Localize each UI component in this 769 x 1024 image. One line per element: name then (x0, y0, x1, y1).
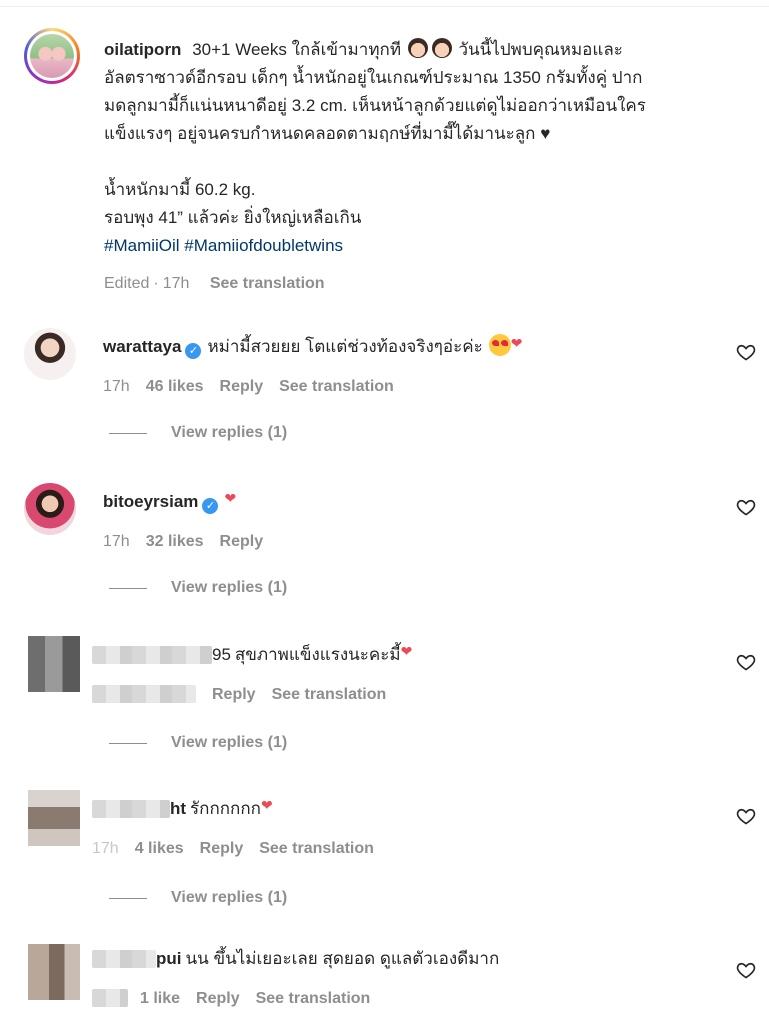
like-heart-icon[interactable] (736, 806, 756, 826)
girl-face-emoji-icon (407, 38, 428, 58)
heart-emoji-icon: ❤ (224, 490, 237, 506)
blurred-meta (92, 685, 196, 703)
comment-text: สุขภาพแข็งแรงนะคะมี้ (234, 645, 401, 664)
comment-text: รักกกกกก (190, 799, 261, 818)
see-translation-button[interactable]: See translation (272, 686, 387, 703)
reply-button[interactable]: Reply (220, 533, 264, 550)
comment-time[interactable]: 17h (92, 840, 119, 857)
heart-emoji-icon: ❤ (510, 335, 523, 351)
heart-emoji-icon: ♥ (540, 124, 551, 143)
see-translation-button[interactable]: See translation (259, 840, 374, 857)
like-heart-icon[interactable] (736, 342, 756, 362)
caption-body: oilatiporn 30+1 Weeks ใกล้เข้ามาทุกที วั… (104, 36, 744, 298)
caption-text-1: 30+1 Weeks ใกล้เข้ามาทุกที (192, 40, 402, 59)
see-translation-button[interactable]: See translation (279, 378, 394, 395)
reply-button[interactable]: Reply (196, 990, 240, 1007)
blurred-meta (92, 989, 128, 1007)
like-heart-icon[interactable] (736, 652, 756, 672)
girl-face-emoji-icon (431, 38, 452, 58)
comment-text: นน ขึ้นไม่เยอะเลย สุดยอด ดูแลตัวเองดีมาก (185, 949, 500, 968)
comment-text: หม่ามี้สวยยย โตแต่ช่วงท้องจริงๆอ่ะค่ะ (207, 337, 483, 356)
view-replies-label: View replies (1) (171, 734, 288, 751)
caption-time[interactable]: 17h (163, 275, 190, 292)
edited-label: Edited (104, 275, 150, 292)
commenter-avatar[interactable] (28, 944, 80, 1000)
meta-separator: · (153, 275, 159, 292)
blurred-username (92, 950, 156, 968)
commenter-avatar[interactable] (28, 636, 80, 692)
comment-likes[interactable]: 4 likes (135, 840, 184, 857)
like-heart-icon[interactable] (736, 960, 756, 980)
view-replies-button[interactable]: View replies (1) (109, 579, 287, 597)
caption-text-1b: วันนี้ไปพบคุณหมอและ (458, 40, 623, 59)
reply-button[interactable]: Reply (212, 686, 256, 703)
see-translation-button[interactable]: See translation (210, 275, 325, 292)
hashtag-link[interactable]: #MamiiOil (104, 236, 180, 255)
replies-line (109, 587, 147, 589)
hashtag-link[interactable]: #Mamiiofdoubletwins (184, 236, 343, 255)
heart-eyes-emoji-icon (488, 334, 511, 356)
blurred-username (92, 646, 212, 664)
comment-likes[interactable]: 46 likes (146, 378, 204, 395)
caption-username[interactable]: oilatiporn (104, 40, 181, 59)
view-replies-button[interactable]: View replies (1) (109, 424, 287, 442)
view-replies-label: View replies (1) (171, 889, 288, 906)
blurred-username (92, 800, 170, 818)
verified-badge-icon: ✓ (185, 343, 202, 359)
reply-button[interactable]: Reply (220, 378, 264, 395)
heart-emoji-icon: ❤ (400, 643, 413, 659)
top-divider (0, 6, 769, 7)
caption-meta: Edited · 17h See translation (104, 270, 744, 298)
caption-text-3: มดลูกมามี้ก็แน่นหนาดีอยู่ 3.2 cm. เห็นหน… (104, 96, 646, 115)
commenter-username[interactable]: 95 (212, 645, 231, 664)
see-translation-button[interactable]: See translation (256, 990, 371, 1007)
commenter-avatar[interactable] (24, 328, 76, 380)
comment-time[interactable]: 17h (103, 533, 130, 550)
commenter-avatar[interactable] (28, 790, 80, 846)
caption-text-4: แข็งแรงๆ อยู่จนครบกำหนดคลอดตามฤกษ์ที่มาม… (104, 124, 536, 143)
commenter-username[interactable]: warattaya (103, 337, 181, 356)
commenter-username[interactable]: pui (156, 949, 182, 968)
caption-belly: รอบพุง 41” แล้วค่ะ ยิ่งใหญ่เหลือเกิน (104, 208, 362, 227)
caption-avatar[interactable] (24, 28, 80, 84)
commenter-avatar[interactable] (24, 483, 76, 535)
view-replies-button[interactable]: View replies (1) (109, 889, 287, 907)
replies-line (109, 432, 147, 434)
reply-button[interactable]: Reply (200, 840, 244, 857)
heart-emoji-icon: ❤ (260, 797, 273, 813)
verified-badge-icon: ✓ (202, 498, 219, 514)
view-replies-label: View replies (1) (171, 424, 288, 441)
like-heart-icon[interactable] (736, 497, 756, 517)
replies-line (109, 742, 147, 744)
comment-likes[interactable]: 32 likes (146, 533, 204, 550)
caption-weight: น้ำหนักมามี้ 60.2 kg. (104, 180, 256, 199)
commenter-username[interactable]: ht (170, 799, 186, 818)
view-replies-button[interactable]: View replies (1) (109, 734, 287, 752)
comment-likes[interactable]: 1 like (140, 990, 180, 1007)
view-replies-label: View replies (1) (171, 579, 288, 596)
caption-text-2: อัลตราซาวด์อีกรอบ เด็กๆ น้ำหนักอยู่ในเกณ… (104, 68, 643, 87)
comment-time[interactable]: 17h (103, 378, 130, 395)
commenter-username[interactable]: bitoeyrsiam (103, 492, 198, 511)
replies-line (109, 897, 147, 899)
